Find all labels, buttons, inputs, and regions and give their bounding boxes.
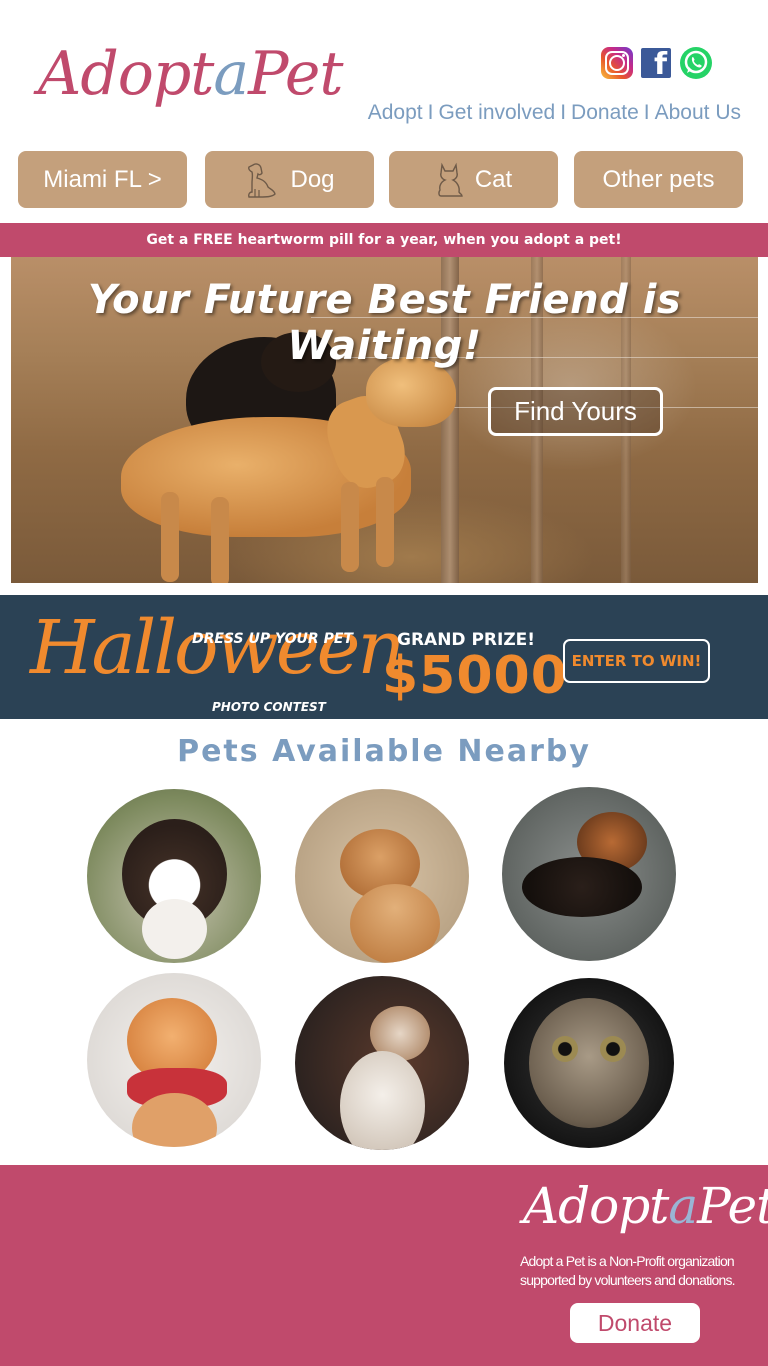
cat-icon bbox=[438, 162, 463, 197]
hero-banner: Your Future Best Friend is Waiting! Find… bbox=[11, 257, 758, 583]
nav-about-us[interactable]: About Us bbox=[655, 101, 741, 124]
footer-logo-text-2: Pet bbox=[697, 1177, 768, 1235]
logo-text-accent: a bbox=[213, 39, 249, 109]
nav-separator: I bbox=[643, 101, 650, 124]
promo-banner: Get a FREE heartworm pill for a year, wh… bbox=[0, 223, 768, 257]
facebook-icon[interactable]: f bbox=[641, 48, 671, 78]
dog-leg bbox=[211, 497, 229, 583]
other-pets-button[interactable]: Other pets bbox=[574, 151, 743, 208]
nav-adopt[interactable]: Adopt bbox=[368, 101, 423, 124]
find-yours-button[interactable]: Find Yours bbox=[488, 387, 663, 436]
prize-amount: $5000 bbox=[382, 646, 568, 706]
pet-photo-orange-kitten[interactable] bbox=[87, 973, 261, 1147]
instagram-icon[interactable] bbox=[601, 47, 633, 79]
other-pets-label: Other pets bbox=[602, 165, 715, 193]
cat-label: Cat bbox=[474, 165, 513, 193]
logo-text-2: Pet bbox=[248, 39, 343, 109]
pet-photo-tan-dog[interactable] bbox=[295, 789, 469, 963]
dog-button[interactable]: Dog bbox=[205, 151, 374, 208]
location-button[interactable]: Miami FL > bbox=[18, 151, 187, 208]
footer-donate-button[interactable]: Donate bbox=[570, 1303, 700, 1343]
dog-leg bbox=[376, 477, 394, 567]
footer-logo-text-accent: a bbox=[668, 1177, 698, 1235]
footer-logo-text-1: Adopt bbox=[523, 1177, 669, 1235]
nav-get-involved[interactable]: Get involved bbox=[438, 101, 555, 124]
logo-text-1: Adopt bbox=[38, 39, 214, 109]
nav-separator: I bbox=[427, 101, 434, 124]
whatsapp-icon[interactable] bbox=[680, 47, 712, 79]
footer-logo[interactable]: AdoptaPet bbox=[523, 1181, 768, 1231]
pet-photo-puppy[interactable] bbox=[87, 789, 261, 963]
halloween-title: Halloween bbox=[30, 605, 405, 691]
pet-photo-black-tan-dog[interactable] bbox=[502, 787, 676, 961]
halloween-contest-banner: Halloween DRESS UP YOUR PET PHOTO CONTES… bbox=[0, 595, 768, 719]
nav-donate[interactable]: Donate bbox=[571, 101, 639, 124]
photo-contest-text: PHOTO CONTEST bbox=[212, 700, 326, 714]
pet-photo-tabby-cat[interactable] bbox=[504, 978, 674, 1148]
enter-to-win-button[interactable]: ENTER TO WIN! bbox=[563, 639, 710, 683]
footer-description: Adopt a Pet is a Non-Profit organization… bbox=[520, 1253, 736, 1288]
dress-up-text: DRESS UP YOUR PET bbox=[192, 631, 353, 647]
site-logo[interactable]: AdoptaPet bbox=[38, 44, 343, 104]
dog-label: Dog bbox=[290, 165, 335, 193]
dog-leg bbox=[341, 482, 359, 572]
dog-leg bbox=[161, 492, 179, 582]
nav-separator: I bbox=[560, 101, 567, 124]
pets-heading: Pets Available Nearby bbox=[177, 734, 591, 769]
cat-button[interactable]: Cat bbox=[389, 151, 558, 208]
pet-photo-white-cat[interactable] bbox=[295, 976, 469, 1150]
location-label: Miami FL > bbox=[43, 165, 162, 193]
footer: AdoptaPet Adopt a Pet is a Non-Profit or… bbox=[0, 1165, 768, 1366]
dog-icon bbox=[248, 162, 277, 198]
top-nav: Adopt I Get involved I Donate I About Us bbox=[368, 101, 741, 125]
hero-title: Your Future Best Friend is Waiting! bbox=[87, 277, 682, 369]
